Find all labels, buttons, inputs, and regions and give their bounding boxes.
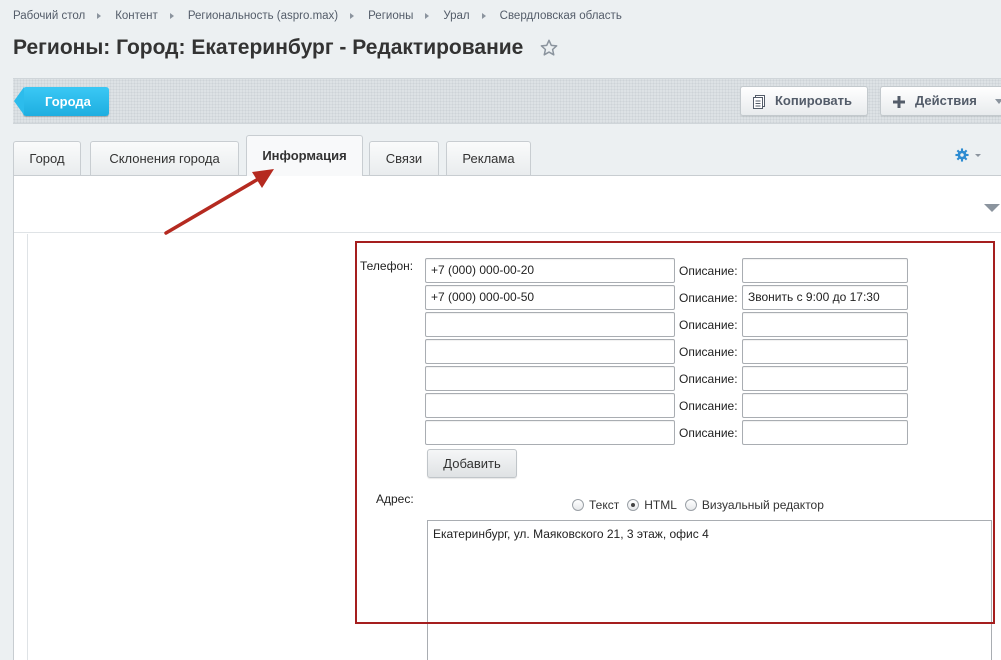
address-textarea[interactable]: Екатеринбург, ул. Маяковского 21, 3 этаж…	[427, 520, 992, 660]
breadcrumb-separator-icon	[481, 13, 486, 19]
description-input[interactable]: Звонить с 9:00 до 17:30	[742, 285, 908, 310]
page-title: Регионы: Город: Екатеринбург - Редактиро…	[13, 36, 559, 60]
description-label: Описание:	[679, 345, 738, 359]
description-label: Описание:	[679, 372, 738, 386]
breadcrumb-item[interactable]: Региональность (aspro.max)	[188, 10, 338, 22]
description-input[interactable]	[742, 258, 908, 283]
phone-input[interactable]	[425, 420, 675, 445]
mode-html-option[interactable]: HTML	[627, 498, 677, 512]
panel-header	[14, 176, 1001, 233]
breadcrumb-separator-icon	[350, 13, 355, 19]
radio-html[interactable]	[627, 499, 640, 511]
description-label: Описание:	[679, 291, 738, 305]
mode-visual-option[interactable]: Визуальный редактор	[684, 498, 824, 512]
breadcrumb: Рабочий стол Контент Региональность (asp…	[13, 8, 622, 24]
description-input[interactable]	[742, 420, 908, 445]
mode-text-label: Текст	[589, 498, 620, 512]
tab-links[interactable]: Связи	[369, 141, 439, 175]
collapse-arrow-icon[interactable]	[984, 204, 1000, 212]
phone-input[interactable]	[425, 339, 675, 364]
breadcrumb-separator-icon	[425, 13, 430, 19]
breadcrumb-separator-icon	[97, 13, 102, 19]
phone-input[interactable]: +7 (000) 000-00-50	[425, 285, 675, 310]
plus-icon	[893, 96, 905, 108]
actions-label: Действия	[915, 93, 977, 108]
breadcrumb-item[interactable]: Свердловская область	[500, 10, 622, 22]
radio-visual-editor[interactable]	[684, 499, 697, 511]
tab-city[interactable]: Город	[13, 141, 81, 175]
radio-text[interactable]	[572, 499, 584, 511]
back-to-list-button[interactable]: Города	[14, 87, 109, 116]
page-title-text: Регионы: Город: Екатеринбург - Редактиро…	[13, 36, 524, 59]
phone-input[interactable]	[425, 312, 675, 337]
gear-chevron-down-icon[interactable]	[975, 154, 981, 157]
copy-button[interactable]: Копировать	[740, 86, 868, 116]
description-label: Описание:	[679, 399, 738, 413]
description-input[interactable]	[742, 339, 908, 364]
mode-html-label: HTML	[644, 498, 677, 512]
breadcrumb-separator-icon	[169, 13, 174, 19]
chevron-down-icon	[995, 99, 1001, 104]
tab-advertising[interactable]: Реклама	[446, 141, 531, 175]
add-phone-button[interactable]: Добавить	[427, 449, 517, 478]
description-input[interactable]	[742, 366, 908, 391]
tab-information[interactable]: Информация	[246, 135, 363, 176]
mode-visual-label: Визуальный редактор	[701, 498, 824, 512]
description-input[interactable]	[742, 393, 908, 418]
description-label: Описание:	[679, 318, 738, 332]
actions-button[interactable]: Действия	[880, 86, 1001, 116]
breadcrumb-item[interactable]: Контент	[115, 10, 158, 22]
phone-input[interactable]	[425, 393, 675, 418]
star-icon[interactable]	[539, 38, 559, 58]
toolbar: Города Копировать Действия	[13, 78, 1001, 124]
phone-input[interactable]	[425, 366, 675, 391]
description-label: Описание:	[679, 264, 738, 278]
phone-input[interactable]: +7 (000) 000-00-20	[425, 258, 675, 283]
breadcrumb-item[interactable]: Регионы	[368, 10, 413, 22]
mode-text-option[interactable]: Текст	[572, 498, 619, 512]
description-label: Описание:	[679, 426, 738, 440]
copy-icon	[753, 95, 765, 109]
phone-label: Телефон:	[360, 259, 414, 273]
breadcrumb-item[interactable]: Рабочий стол	[13, 10, 85, 22]
address-label: Адрес:	[376, 492, 414, 506]
breadcrumb-item[interactable]: Урал	[443, 10, 469, 22]
description-input[interactable]	[742, 312, 908, 337]
gear-icon[interactable]	[955, 148, 969, 162]
tab-city-declensions[interactable]: Склонения города	[90, 141, 239, 175]
editor-mode-switch: Текст HTML Визуальный редактор	[572, 498, 832, 512]
copy-label: Копировать	[775, 93, 853, 108]
